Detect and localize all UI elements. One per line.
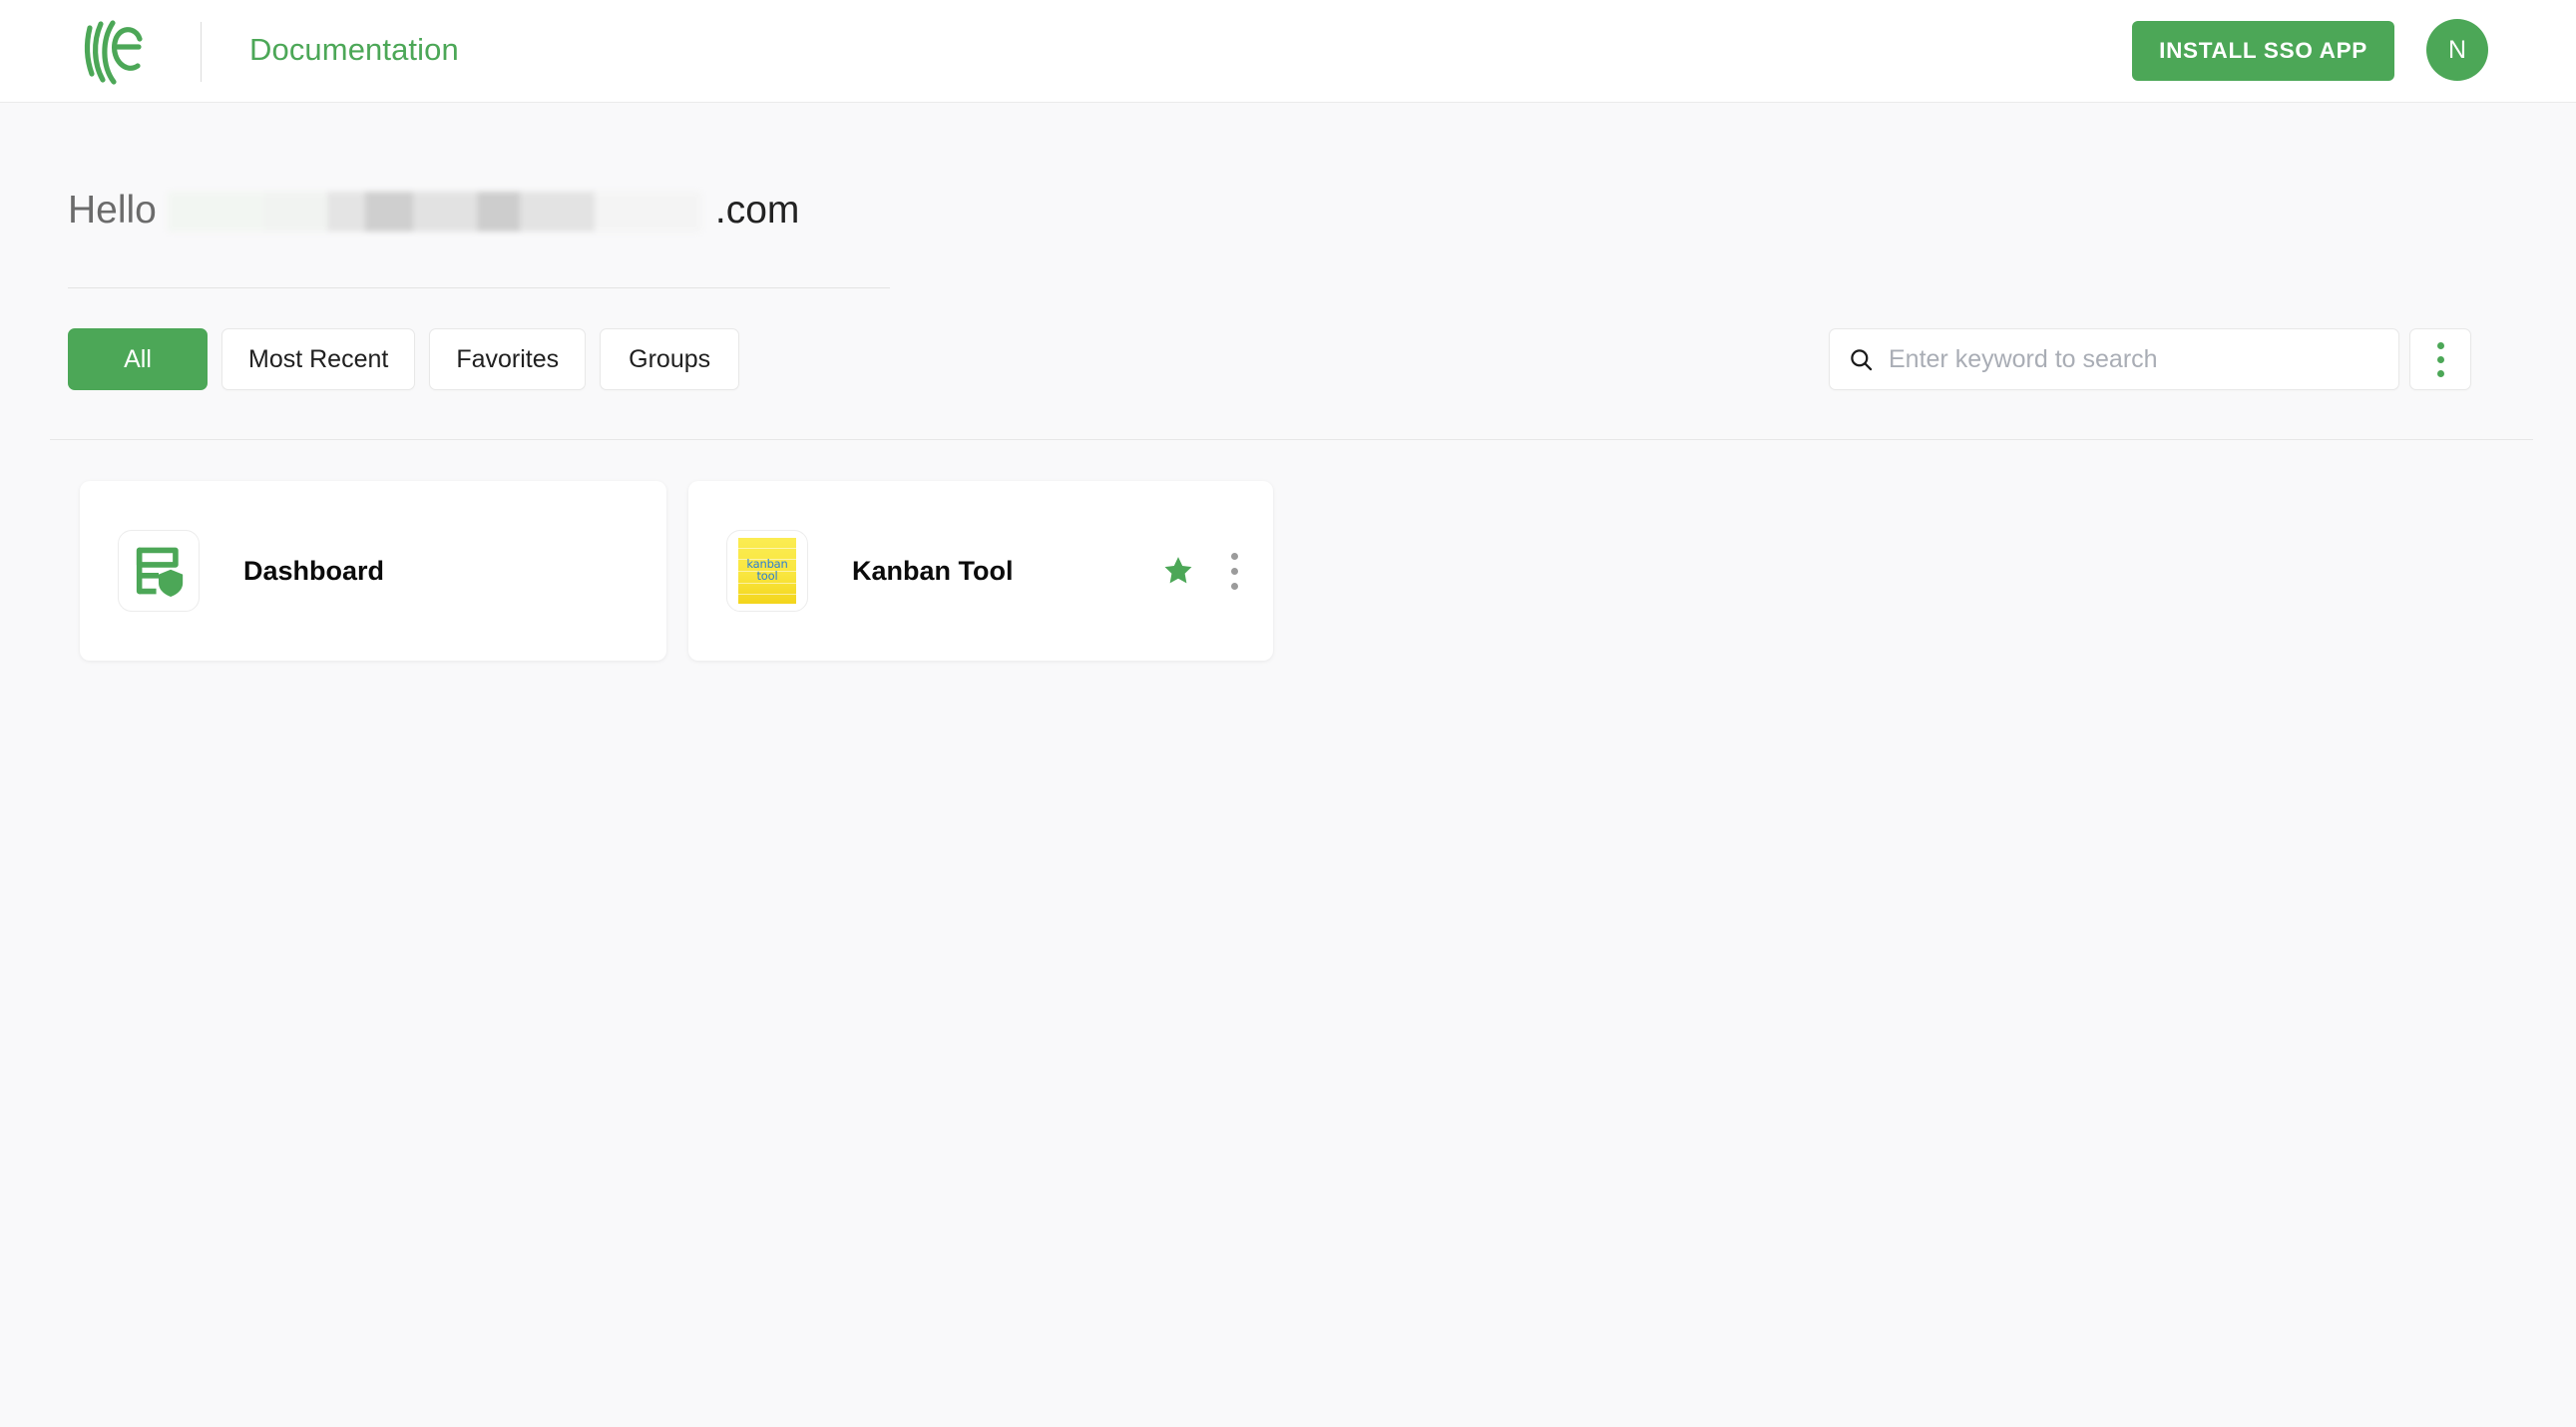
greeting-salutation: Hello [68,189,157,232]
greeting: Hello .com [68,188,799,236]
app-header: Documentation INSTALL SSO APP N [0,0,2576,103]
header-divider [201,22,202,82]
greeting-divider [68,287,890,288]
greeting-domain: .com [714,189,800,232]
app-icon-tile: kanban tool [726,530,808,612]
section-divider [50,439,2533,440]
card-actions [1161,548,1245,594]
avatar[interactable]: N [2426,19,2488,81]
favorite-star-icon[interactable] [1161,554,1195,588]
filter-tabs: All Most Recent Favorites Groups [68,328,740,390]
redacted-account-name [167,192,701,232]
app-name: Kanban Tool [852,555,1014,586]
search-input[interactable] [1889,344,2380,374]
dashboard-shield-icon [136,547,184,597]
app-card-menu-button[interactable] [1223,548,1245,594]
tab-most-recent[interactable]: Most Recent [221,328,416,390]
tab-groups[interactable]: Groups [600,328,740,390]
search-box[interactable] [1829,328,2399,390]
kebab-menu-icon [2436,341,2444,349]
list-options-button[interactable] [2409,328,2471,390]
page-title: Documentation [249,32,459,67]
app-list: Dashboard kanban tool Kanban Tool [80,481,1273,661]
tab-all[interactable]: All [68,328,208,390]
kebab-menu-icon [1230,552,1238,560]
app-name: Dashboard [243,555,385,586]
install-sso-app-button[interactable]: INSTALL SSO APP [2132,21,2394,81]
kanban-tool-icon: kanban tool [738,538,796,604]
tab-favorites[interactable]: Favorites [429,328,587,390]
kanban-icon-line2: tool [756,569,778,583]
app-card-kanban-tool[interactable]: kanban tool Kanban Tool [688,481,1273,661]
nice-brand-logo-icon[interactable] [78,16,150,86]
search-icon [1848,346,1875,373]
app-icon-tile [118,530,200,612]
app-card-dashboard[interactable]: Dashboard [80,481,666,661]
